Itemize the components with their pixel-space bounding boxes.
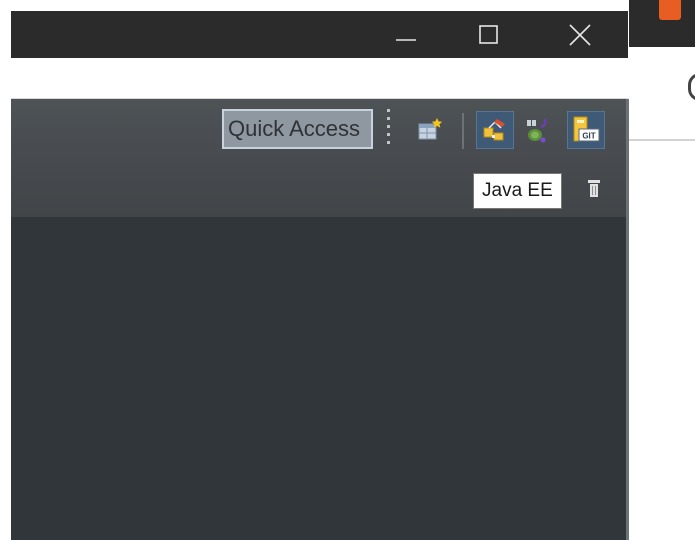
git-badge-text: GIT bbox=[582, 132, 595, 141]
open-perspective-icon bbox=[418, 118, 443, 140]
maximize-icon bbox=[479, 24, 498, 44]
close-button[interactable] bbox=[550, 11, 610, 58]
trash-icon bbox=[588, 180, 600, 197]
close-icon bbox=[569, 23, 591, 46]
quick-access-input[interactable]: Quick Access bbox=[222, 109, 373, 149]
left-margin bbox=[0, 0, 11, 540]
adjacent-window-body bbox=[629, 47, 695, 540]
partial-text-glyph bbox=[688, 73, 695, 101]
minimize-icon bbox=[396, 38, 416, 41]
app-icon[interactable] bbox=[659, 0, 681, 20]
git-perspective-icon: GIT bbox=[573, 116, 600, 142]
title-bar bbox=[11, 11, 628, 58]
toolbar-separator bbox=[462, 113, 464, 149]
perspective-icon bbox=[483, 119, 505, 141]
divider bbox=[629, 139, 695, 141]
toolbar-drag-handle[interactable] bbox=[387, 109, 390, 149]
git-perspective-button[interactable]: GIT bbox=[567, 111, 605, 149]
menu-bar bbox=[11, 58, 628, 99]
debug-perspective-icon bbox=[527, 118, 547, 143]
debug-perspective-button[interactable] bbox=[518, 111, 556, 149]
minimize-button[interactable] bbox=[376, 11, 436, 58]
perspective-tooltip: Java EE bbox=[473, 173, 562, 209]
open-perspective-button[interactable] bbox=[411, 111, 449, 149]
editor-area[interactable] bbox=[11, 217, 626, 540]
maximize-button[interactable] bbox=[459, 11, 519, 58]
adjacent-window-titlebar bbox=[629, 0, 695, 47]
perspective-button[interactable] bbox=[476, 111, 514, 149]
